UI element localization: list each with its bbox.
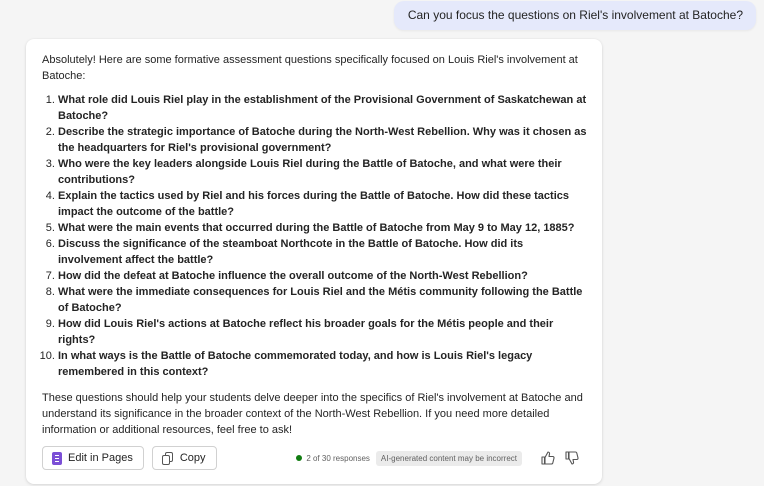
question-list: What role did Louis Riel play in the est… <box>42 92 588 380</box>
response-count: 2 of 30 responses <box>296 454 370 463</box>
list-item: How did the defeat at Batoche influence … <box>58 268 588 284</box>
list-item: What were the immediate consequences for… <box>58 284 588 316</box>
thumbs-down-button[interactable] <box>562 448 582 468</box>
copy-icon <box>161 451 174 465</box>
response-outro: These questions should help your student… <box>42 392 583 436</box>
list-item: What role did Louis Riel play in the est… <box>58 92 588 124</box>
edit-in-pages-button[interactable]: Edit in Pages <box>42 446 144 470</box>
response-card: Absolutely! Here are some formative asse… <box>26 39 602 484</box>
status-dot-icon <box>296 455 303 461</box>
list-item: Explain the tactics used by Riel and his… <box>58 188 588 220</box>
ai-notice-badge: AI-generated content may be incorrect <box>375 450 522 466</box>
response-footer: Edit in Pages Copy 2 of 30 responses AI-… <box>42 445 582 471</box>
list-item: Discuss the significance of the steamboa… <box>58 236 588 268</box>
user-message-bubble: Can you focus the questions on Riel's in… <box>393 1 756 30</box>
copy-label: Copy <box>179 452 206 464</box>
response-count-text: 2 of 30 responses <box>306 453 370 463</box>
list-item: In what ways is the Battle of Batoche co… <box>58 348 588 380</box>
pages-icon <box>52 451 62 465</box>
thumbs-up-icon <box>541 451 555 465</box>
list-item: What were the main events that occurred … <box>58 220 588 236</box>
copy-button[interactable]: Copy <box>151 446 217 470</box>
list-item: Who were the key leaders alongside Louis… <box>58 156 588 188</box>
thumbs-up-button[interactable] <box>538 448 558 468</box>
list-item: Describe the strategic importance of Bat… <box>58 124 588 156</box>
list-item: How did Louis Riel's actions at Batoche … <box>58 316 588 348</box>
response-intro: Absolutely! Here are some formative asse… <box>42 54 578 82</box>
thumbs-down-icon <box>565 451 579 465</box>
edit-in-pages-label: Edit in Pages <box>68 452 133 464</box>
